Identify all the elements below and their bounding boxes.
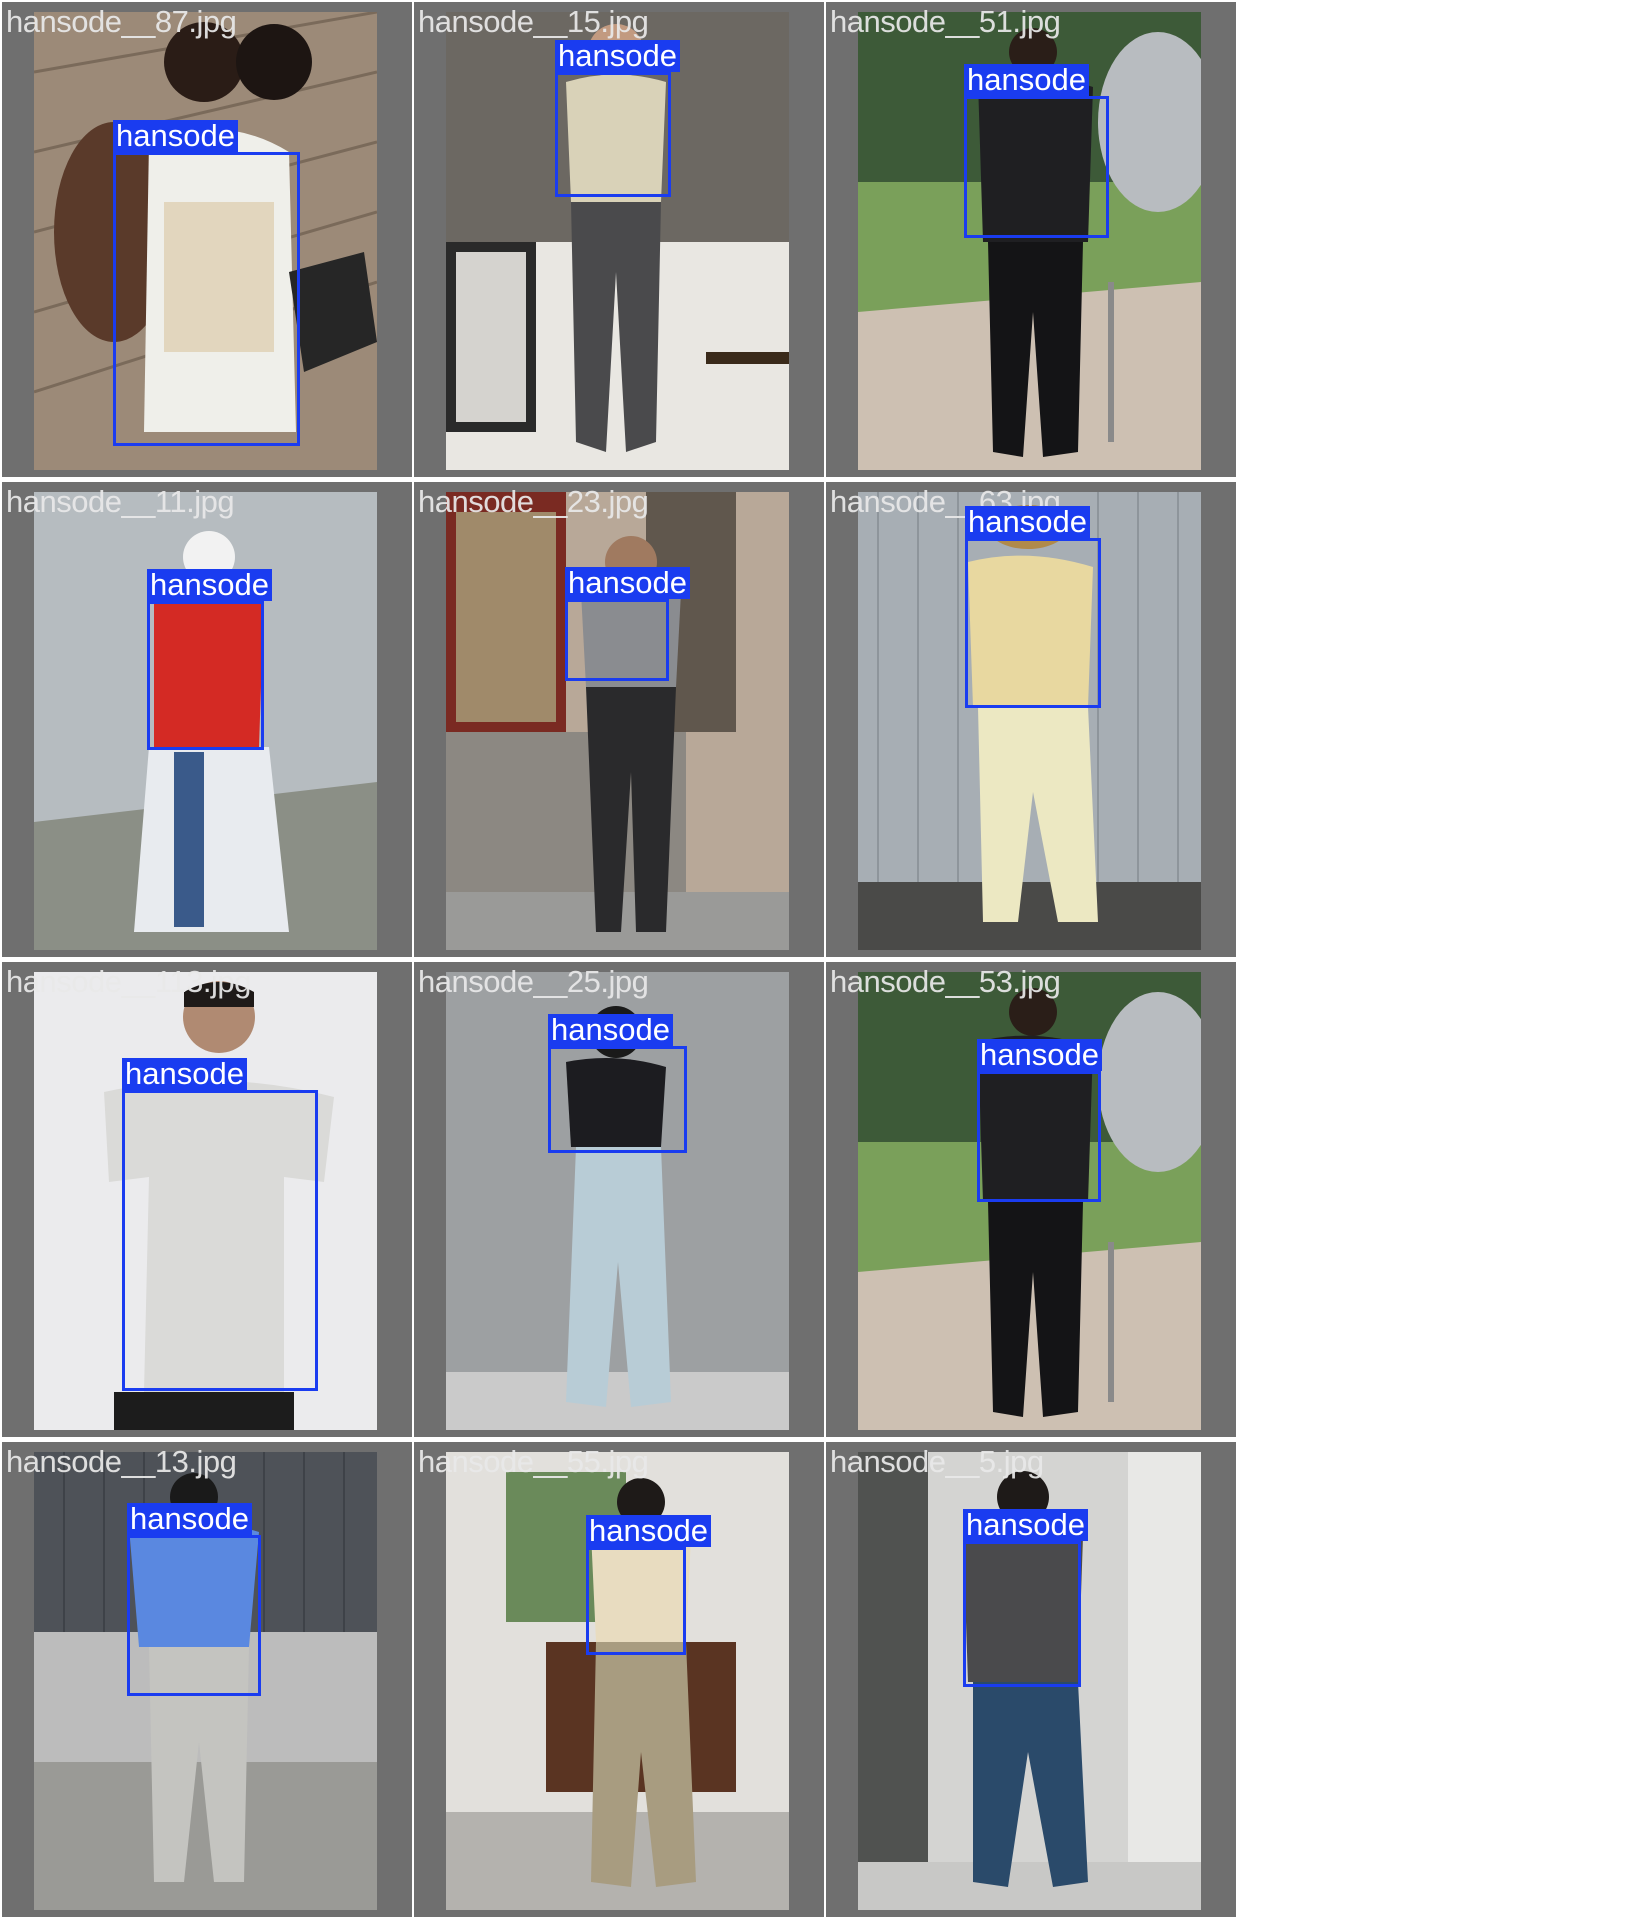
tile-filename: hansode__51.jpg xyxy=(830,4,1061,39)
detection-box xyxy=(964,96,1109,238)
detection-box xyxy=(963,1541,1081,1687)
detection-label: hansode xyxy=(147,569,272,601)
detection-label: hansode xyxy=(963,1509,1088,1541)
detection-box xyxy=(586,1547,686,1655)
detection-box xyxy=(548,1046,687,1153)
grid-tile[interactable]: hansode__23.jpg hansode xyxy=(414,482,824,957)
tile-filename: hansode__55.jpg xyxy=(418,1444,649,1479)
grid-tile[interactable]: hansode__63.jpg hansode xyxy=(826,482,1236,957)
grid-tile[interactable]: hansode__55.jpg hansode xyxy=(414,1442,824,1917)
detection-label: hansode xyxy=(977,1039,1102,1071)
grid-tile[interactable]: hansode__15.jpg hansode xyxy=(414,2,824,477)
detection-label: hansode xyxy=(113,120,238,152)
grid-tile[interactable]: hansode__25.jpg hansode xyxy=(414,962,824,1437)
tile-filename: hansode__23.jpg xyxy=(418,484,649,519)
detection-label: hansode xyxy=(964,64,1089,96)
image-grid: hansode__87.jpg hansode hansode__15.jpg … xyxy=(0,0,1236,1920)
grid-tile[interactable]: hansode__113.jpg hansode xyxy=(2,962,412,1437)
detection-box xyxy=(147,601,264,750)
detection-label: hansode xyxy=(965,506,1090,538)
detection-box xyxy=(555,72,671,197)
tile-filename: hansode__25.jpg xyxy=(418,964,649,999)
tile-filename: hansode__15.jpg xyxy=(418,4,649,39)
detection-label: hansode xyxy=(586,1515,711,1547)
grid-tile[interactable]: hansode__11.jpg hansode xyxy=(2,482,412,957)
detection-box xyxy=(565,599,669,681)
grid-tile[interactable]: hansode__53.jpg hansode xyxy=(826,962,1236,1437)
tile-filename: hansode__113.jpg xyxy=(6,964,251,999)
detection-label: hansode xyxy=(565,567,690,599)
tile-filename: hansode__87.jpg xyxy=(6,4,237,39)
detection-label: hansode xyxy=(555,40,680,72)
detection-box xyxy=(122,1090,318,1391)
detection-box xyxy=(127,1535,261,1696)
tile-photo xyxy=(446,492,789,950)
tile-filename: hansode__53.jpg xyxy=(830,964,1061,999)
grid-tile[interactable]: hansode__87.jpg hansode xyxy=(2,2,412,477)
tile-filename: hansode__13.jpg xyxy=(6,1444,237,1479)
tile-filename: hansode__11.jpg xyxy=(6,484,235,519)
detection-label: hansode xyxy=(122,1058,247,1090)
grid-tile[interactable]: hansode__13.jpg hansode xyxy=(2,1442,412,1917)
detection-box xyxy=(965,538,1101,708)
grid-tile[interactable]: hansode__51.jpg hansode xyxy=(826,2,1236,477)
detection-box xyxy=(113,152,300,446)
detection-box xyxy=(977,1071,1101,1202)
grid-tile[interactable]: hansode__5.jpg hansode xyxy=(826,1442,1236,1917)
tile-filename: hansode__5.jpg xyxy=(830,1444,1044,1479)
detection-label: hansode xyxy=(127,1503,252,1535)
detection-label: hansode xyxy=(548,1014,673,1046)
